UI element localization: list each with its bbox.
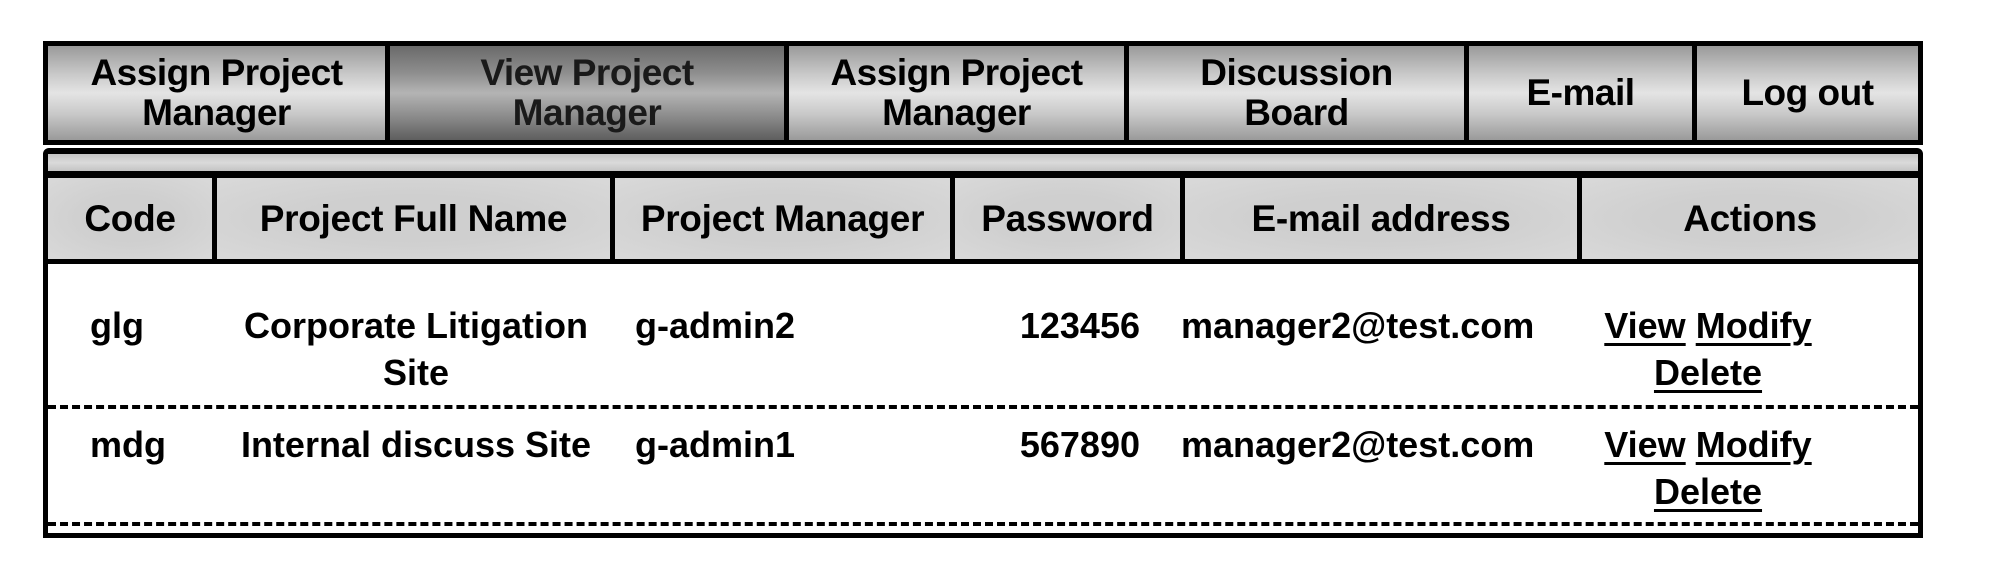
tab-log-out[interactable]: Log out (1697, 46, 1918, 140)
cell-project-full-name: Internal discuss Site (240, 424, 592, 465)
tab-label-line2: Manager (512, 92, 662, 133)
table-header-row: Code Project Full Name Project Manager P… (48, 178, 1918, 264)
cell-password: 123456 (1019, 305, 1140, 346)
tab-label: E-mail (1526, 72, 1635, 113)
tab-label-line2: Manager (882, 92, 1031, 133)
project-manager-table: Code Project Full Name Project Manager P… (43, 148, 1923, 538)
cell-email-address: manager2@test.com (1181, 305, 1535, 346)
cell-actions: View Modify Delete (1578, 302, 1918, 405)
tab-label-line2: Board (1244, 92, 1349, 133)
tab-assign-project-manager[interactable]: Assign Project Manager (48, 46, 390, 140)
table-row: mdg Internal discuss Site g-admin1 56789… (48, 409, 1918, 526)
tab-label-line1: Assign Project (830, 52, 1083, 93)
delete-link[interactable]: Delete (1654, 352, 1762, 393)
tab-view-project-manager[interactable]: View Project Manager (390, 46, 789, 140)
tab-label-line1: Discussion (1200, 52, 1393, 93)
delete-line: Delete (1578, 349, 1838, 396)
cell-code: mdg (90, 424, 166, 465)
table-row: glg Corporate Litigation Site g-admin2 1… (48, 264, 1918, 409)
cell-project-manager: g-admin2 (635, 305, 796, 346)
tab-label: Log out (1741, 72, 1874, 113)
delete-line: Delete (1578, 468, 1838, 515)
cell-password: 567890 (1019, 424, 1140, 465)
column-header-project-manager: Project Manager (615, 178, 955, 259)
modify-link[interactable]: Modify (1696, 305, 1812, 346)
tab-label-line1: View Project (480, 52, 694, 93)
tab-label-line2: Manager (142, 92, 291, 133)
column-header-email-address: E-mail address (1185, 178, 1582, 259)
column-header-actions: Actions (1582, 178, 1918, 259)
column-header-project-full-name: Project Full Name (217, 178, 615, 259)
tab-discussion-board[interactable]: Discussion Board (1129, 46, 1469, 140)
cell-email-address: manager2@test.com (1181, 424, 1535, 465)
tab-label-line1: Assign Project (90, 52, 343, 93)
modify-link[interactable]: Modify (1696, 424, 1812, 465)
view-link[interactable]: View (1604, 305, 1685, 346)
view-link[interactable]: View (1604, 424, 1685, 465)
tab-email[interactable]: E-mail (1469, 46, 1697, 140)
column-header-code: Code (48, 178, 217, 259)
cell-project-full-name: Corporate Litigation Site (244, 305, 588, 393)
table-body: glg Corporate Litigation Site g-admin2 1… (48, 264, 1918, 526)
delete-link[interactable]: Delete (1654, 471, 1762, 512)
cell-project-manager: g-admin1 (635, 424, 796, 465)
tab-bar: Assign Project Manager View Project Manage… (43, 41, 1923, 145)
tab-assign-project-manager-2[interactable]: Assign Project Manager (789, 46, 1129, 140)
table-top-strip (48, 154, 1918, 178)
cell-code: glg (90, 305, 144, 346)
cell-actions: View Modify Delete (1578, 421, 1918, 522)
column-header-password: Password (955, 178, 1185, 259)
